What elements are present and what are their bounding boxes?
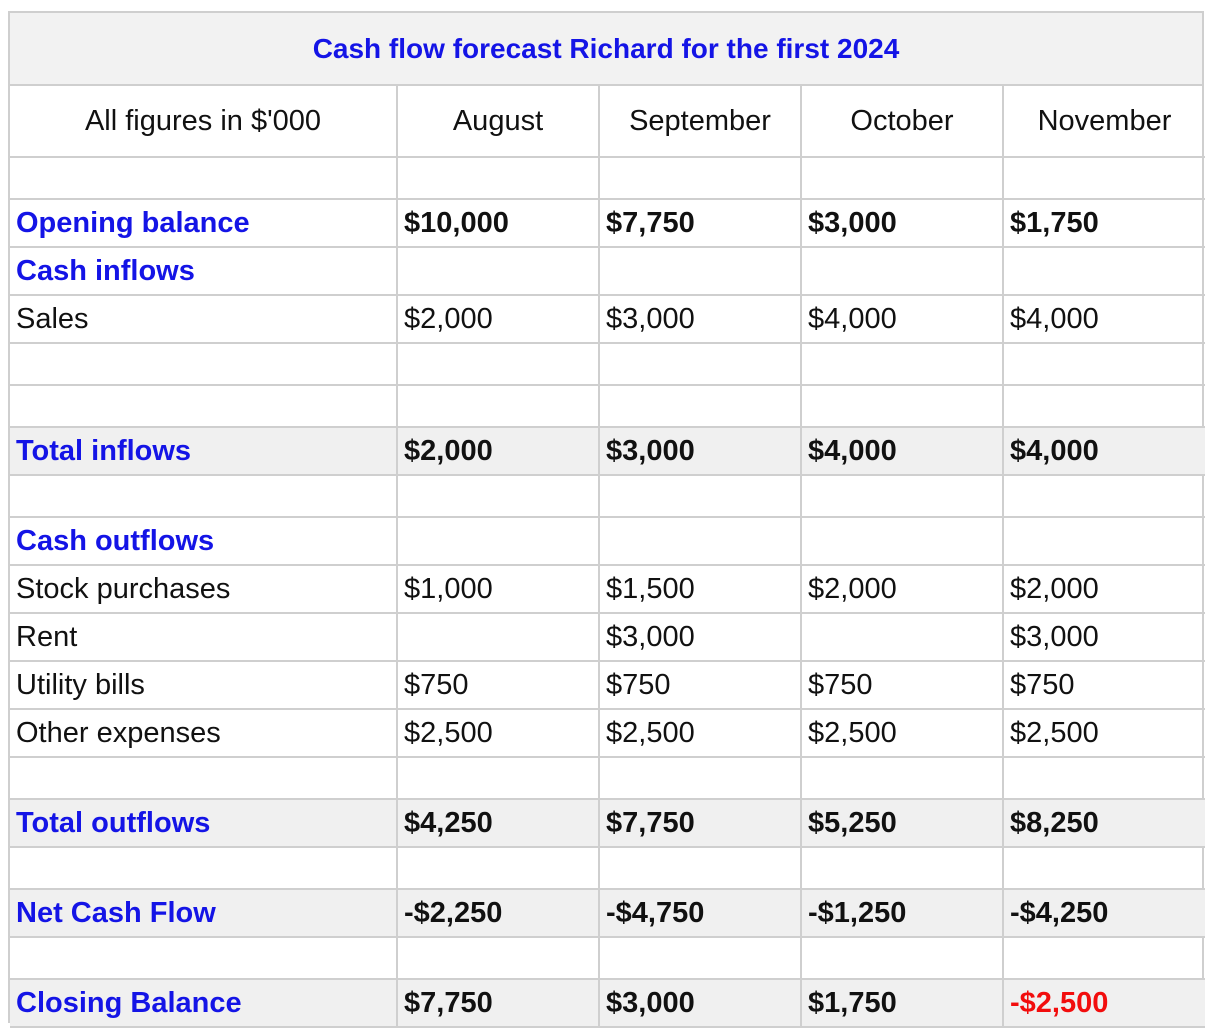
row-label: Rent bbox=[10, 613, 398, 662]
blank-row bbox=[10, 937, 1205, 980]
utility-bills-row: Utility bills $750 $750 $750 $750 bbox=[10, 661, 1205, 710]
cell-value: $4,000 bbox=[1003, 295, 1205, 344]
cell-value: $7,750 bbox=[599, 799, 802, 848]
total-outflows-row: Total outflows $4,250 $7,750 $5,250 $8,2… bbox=[10, 799, 1205, 848]
cell-value: $750 bbox=[801, 661, 1004, 710]
cell-value: $4,000 bbox=[801, 295, 1004, 344]
cell-value: $2,000 bbox=[397, 427, 600, 476]
row-label: Opening balance bbox=[10, 199, 398, 248]
cash-inflows-section-row: Cash inflows bbox=[10, 247, 1205, 296]
cell-value: $2,500 bbox=[801, 709, 1004, 758]
cell-value bbox=[397, 613, 600, 662]
row-label: Closing Balance bbox=[10, 979, 398, 1028]
month-header-october: October bbox=[801, 86, 1004, 158]
row-label: Utility bills bbox=[10, 661, 398, 710]
section-label: Cash outflows bbox=[10, 517, 398, 566]
cell-value: $1,750 bbox=[1003, 199, 1205, 248]
cell-value: $2,000 bbox=[397, 295, 600, 344]
cell-value: $4,000 bbox=[1003, 427, 1205, 476]
cell-value: $1,500 bbox=[599, 565, 802, 614]
row-label: Net Cash Flow bbox=[10, 889, 398, 938]
cell-value: -$4,750 bbox=[599, 889, 802, 938]
row-label: Sales bbox=[10, 295, 398, 344]
stock-purchases-row: Stock purchases $1,000 $1,500 $2,000 $2,… bbox=[10, 565, 1205, 614]
header-row: All figures in $'000 August September Oc… bbox=[10, 86, 1205, 158]
cell-value: $2,500 bbox=[397, 709, 600, 758]
cell-value: -$2,250 bbox=[397, 889, 600, 938]
cash-outflows-section-row: Cash outflows bbox=[10, 517, 1205, 566]
sales-row: Sales $2,000 $3,000 $4,000 $4,000 bbox=[10, 295, 1205, 344]
cell-value: $10,000 bbox=[397, 199, 600, 248]
month-header-september: September bbox=[599, 86, 802, 158]
cell-value: $8,250 bbox=[1003, 799, 1205, 848]
cell-value: $750 bbox=[1003, 661, 1205, 710]
cell-value: $2,000 bbox=[1003, 565, 1205, 614]
blank-row bbox=[10, 757, 1205, 800]
cell-value: $750 bbox=[599, 661, 802, 710]
cell-value: -$4,250 bbox=[1003, 889, 1205, 938]
cell-value: $1,750 bbox=[801, 979, 1004, 1028]
total-inflows-row: Total inflows $2,000 $3,000 $4,000 $4,00… bbox=[10, 427, 1205, 476]
row-label: Total outflows bbox=[10, 799, 398, 848]
cell-value: $3,000 bbox=[599, 427, 802, 476]
row-label: Total inflows bbox=[10, 427, 398, 476]
net-cash-flow-row: Net Cash Flow -$2,250 -$4,750 -$1,250 -$… bbox=[10, 889, 1205, 938]
cell-value-negative: -$2,500 bbox=[1003, 979, 1205, 1028]
cell-value: $3,000 bbox=[801, 199, 1004, 248]
month-header-november: November bbox=[1003, 86, 1205, 158]
blank-row bbox=[10, 343, 1205, 386]
cell-value: $5,250 bbox=[801, 799, 1004, 848]
cell-value: $1,000 bbox=[397, 565, 600, 614]
blank-row bbox=[10, 385, 1205, 428]
cell-value: $3,000 bbox=[599, 613, 802, 662]
closing-balance-row: Closing Balance $7,750 $3,000 $1,750 -$2… bbox=[10, 979, 1205, 1028]
cell-value bbox=[801, 613, 1004, 662]
cell-value: $7,750 bbox=[599, 199, 802, 248]
opening-balance-row: Opening balance $10,000 $7,750 $3,000 $1… bbox=[10, 199, 1205, 248]
blank-row bbox=[10, 475, 1205, 518]
cash-flow-table-frame: Cash flow forecast Richard for the first… bbox=[8, 11, 1205, 1028]
table-title: Cash flow forecast Richard for the first… bbox=[10, 13, 1202, 86]
cell-value: $7,750 bbox=[397, 979, 600, 1028]
month-header-august: August bbox=[397, 86, 600, 158]
cell-value: $3,000 bbox=[1003, 613, 1205, 662]
cash-flow-table: All figures in $'000 August September Oc… bbox=[10, 86, 1205, 1028]
blank-row bbox=[10, 847, 1205, 890]
cell-value: $2,500 bbox=[1003, 709, 1205, 758]
cell-value: $2,000 bbox=[801, 565, 1004, 614]
cell-value: $750 bbox=[397, 661, 600, 710]
rent-row: Rent $3,000 $3,000 bbox=[10, 613, 1205, 662]
cell-value: $3,000 bbox=[599, 979, 802, 1028]
row-label: Stock purchases bbox=[10, 565, 398, 614]
cell-value: -$1,250 bbox=[801, 889, 1004, 938]
cell-value: $4,000 bbox=[801, 427, 1004, 476]
cell-value: $2,500 bbox=[599, 709, 802, 758]
cell-value: $3,000 bbox=[599, 295, 802, 344]
cell-value: $4,250 bbox=[397, 799, 600, 848]
row-label: Other expenses bbox=[10, 709, 398, 758]
other-expenses-row: Other expenses $2,500 $2,500 $2,500 $2,5… bbox=[10, 709, 1205, 758]
section-label: Cash inflows bbox=[10, 247, 398, 296]
units-label: All figures in $'000 bbox=[10, 86, 398, 158]
blank-row bbox=[10, 157, 1205, 200]
